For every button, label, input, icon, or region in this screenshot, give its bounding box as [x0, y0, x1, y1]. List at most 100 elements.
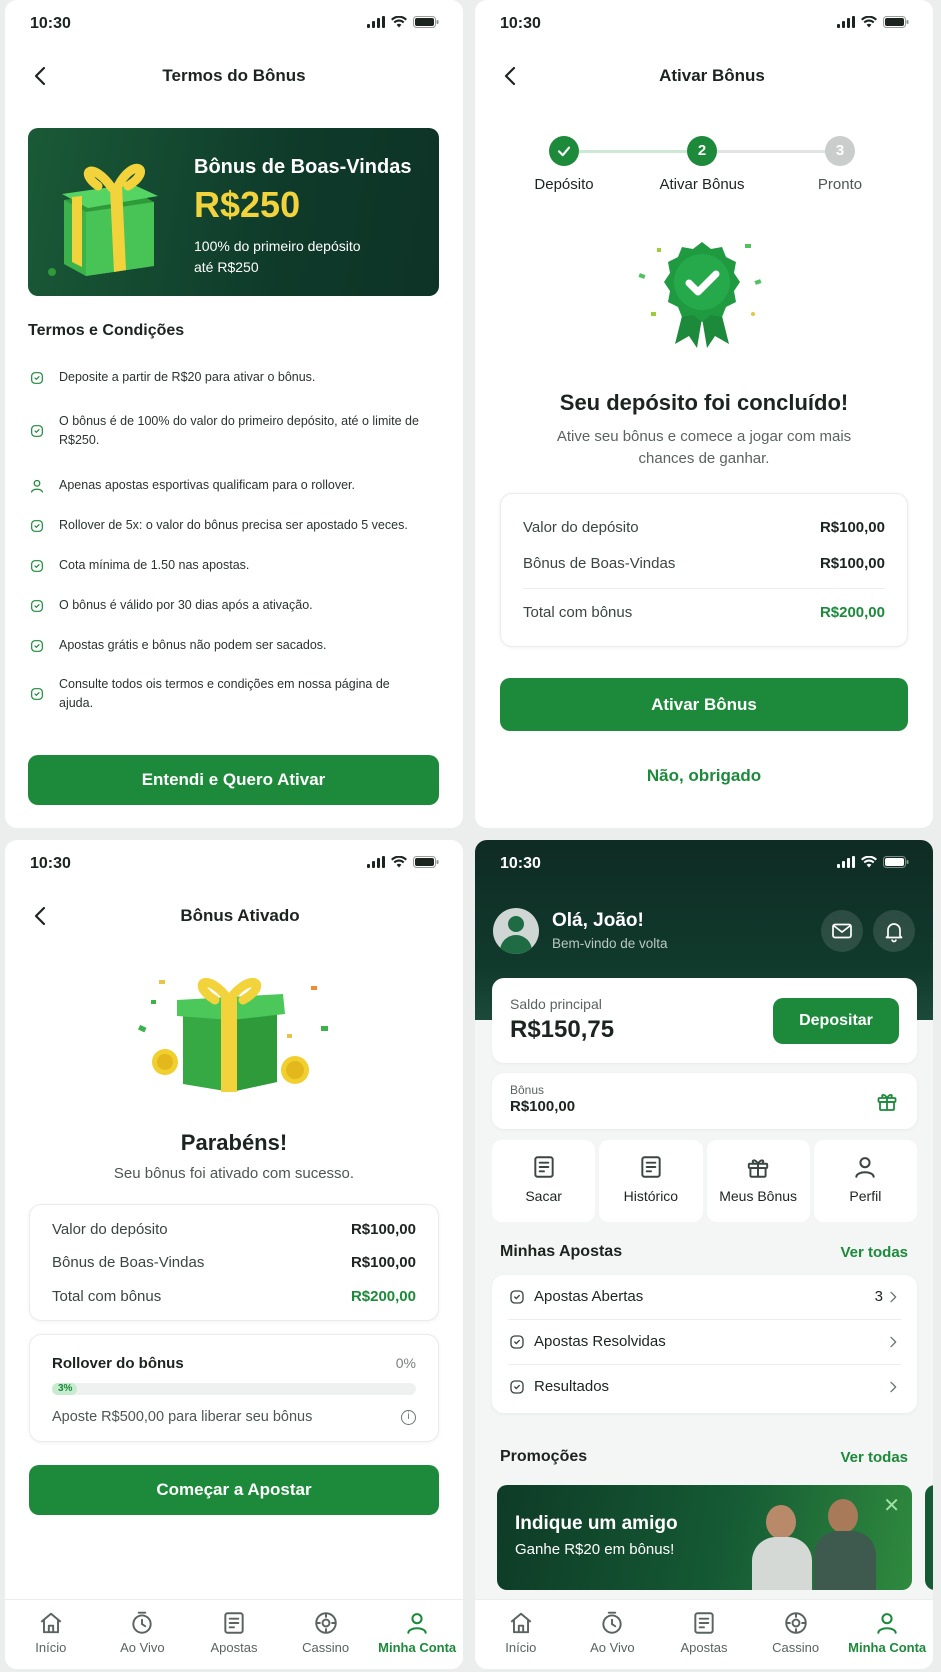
- terms-item: O bônus é válido por 30 dias após a ativ…: [29, 596, 439, 615]
- welcome-bonus-banner: Bônus de Boas-Vindas R$250 100% do prime…: [28, 128, 439, 296]
- greeting: Olá, João!: [552, 910, 644, 931]
- avatar[interactable]: [493, 908, 539, 954]
- activate-bonus-button[interactable]: Ativar Bônus: [500, 678, 908, 731]
- results-icon: [508, 1378, 526, 1396]
- tab-home[interactable]: Início: [5, 1600, 97, 1669]
- summary-card: Valor do depósito R$100,00 Bônus de Boas-…: [29, 1204, 439, 1321]
- quick-action-label: Perfil: [849, 1188, 882, 1204]
- start-betting-button[interactable]: Começar a Apostar: [29, 1465, 439, 1515]
- bets-item-settled[interactable]: Apostas Resolvidas: [508, 1320, 901, 1365]
- quick-action-label: Sacar: [525, 1188, 562, 1204]
- rollover-card: Rollover do bônus 0% 3% Aposte R$500,00 …: [29, 1334, 439, 1442]
- people-illustration: [744, 1495, 894, 1590]
- bets-see-all-link[interactable]: Ver todas: [840, 1244, 908, 1261]
- wifi-icon: [861, 856, 877, 868]
- tab-casino[interactable]: Cassino: [280, 1600, 372, 1669]
- activate-screen: 10:30 Ativar Bônus 2 3 Depósito Ativar B…: [475, 0, 933, 828]
- terms-text: Apostas grátis e bônus não podem ser sac…: [59, 638, 327, 652]
- deposit-button[interactable]: Depositar: [773, 998, 899, 1044]
- notifications-button[interactable]: [873, 910, 915, 952]
- stepper: 2 3 Depósito Ativar Bônus Pronto: [475, 136, 933, 206]
- help-icon: [29, 686, 45, 702]
- accept-activate-button[interactable]: Entendi e Quero Ativar: [28, 755, 439, 805]
- status-bar: 10:30: [475, 840, 933, 886]
- success-subtitle-2: chances de ganhar.: [638, 450, 770, 467]
- quick-action-withdraw[interactable]: Sacar: [492, 1140, 596, 1222]
- row-value: R$100,00: [350, 1254, 416, 1271]
- row-value: R$200,00: [350, 1288, 416, 1305]
- bets-item-count: 3: [874, 1288, 883, 1305]
- check-icon: [554, 141, 574, 161]
- promo-banner-refer-friend[interactable]: Indique um amigo Ganhe R$20 em bônus! ✕: [497, 1485, 912, 1590]
- banner-description-2: até R$250: [194, 259, 259, 275]
- summary-card: Valor do depósito R$100,00 Bônus de Boas-…: [500, 493, 908, 647]
- terms-item: Cota mínima de 1.50 nas apostas.: [29, 556, 439, 575]
- bonus-card[interactable]: Bônus R$100,00: [492, 1073, 917, 1129]
- summary-row: Valor do depósito R$100,00: [52, 1221, 416, 1238]
- casino-icon: [313, 1610, 339, 1636]
- section-title: Termos e Condições: [28, 322, 185, 339]
- tab-bets[interactable]: Apostas: [188, 1600, 280, 1669]
- tab-home[interactable]: Início: [475, 1600, 567, 1669]
- messages-button[interactable]: [821, 910, 863, 952]
- tab-live[interactable]: Ao Vivo: [567, 1600, 659, 1669]
- signal-icon: [837, 16, 855, 28]
- tab-live[interactable]: Ao Vivo: [97, 1600, 189, 1669]
- tab-account[interactable]: Minha Conta: [371, 1600, 463, 1669]
- step-pending: 3: [825, 136, 855, 166]
- percent-icon: [29, 423, 45, 439]
- account-icon: [874, 1610, 900, 1636]
- rollover-title: Rollover do bônus: [52, 1355, 184, 1372]
- divider: [523, 588, 885, 589]
- badge-icon: [29, 370, 45, 386]
- terms-text: Consulte todos ois termos e condições em…: [59, 677, 390, 710]
- terms-text: O bônus é de 100% do valor do primeiro d…: [59, 414, 419, 447]
- terms-text: O bônus é válido por 30 dias após a ativ…: [59, 598, 313, 612]
- profile-icon: [852, 1154, 878, 1180]
- chevron-right-icon: [885, 1334, 901, 1350]
- step-label: Ativar Bônus: [659, 176, 745, 193]
- congrats-subtitle: Seu bônus foi ativado com sucesso.: [113, 1165, 355, 1182]
- terms-screen: 10:30 Termos do Bônus Bônus de Boas-Vind…: [5, 0, 463, 828]
- close-icon[interactable]: ✕: [883, 1493, 900, 1518]
- battery-icon: [883, 16, 909, 28]
- wifi-icon: [391, 16, 407, 28]
- success-badge-icon: [638, 242, 762, 348]
- signal-icon: [367, 856, 385, 868]
- open-bets-icon: [508, 1288, 526, 1306]
- odds-icon: [29, 558, 45, 574]
- account-icon: [404, 1610, 430, 1636]
- row-label: Valor do depósito: [52, 1221, 168, 1238]
- wifi-icon: [861, 16, 877, 28]
- bets-item-label: Apostas Resolvidas: [534, 1333, 666, 1350]
- tab-bar: Início Ao Vivo Apostas Cassino Minha Con…: [5, 1599, 463, 1669]
- balance-value: R$150,75: [510, 1016, 615, 1043]
- promos-see-all-link[interactable]: Ver todas: [840, 1449, 908, 1466]
- tab-bets[interactable]: Apostas: [658, 1600, 750, 1669]
- promos-section-title: Promoções: [500, 1448, 588, 1465]
- quick-action-label: Histórico: [623, 1188, 679, 1204]
- chevron-right-icon: [885, 1379, 901, 1395]
- ticket-icon: [221, 1610, 247, 1636]
- quick-action-my-bonuses[interactable]: Meus Bônus: [706, 1140, 810, 1222]
- quick-actions: Sacar Histórico Meus Bônus Perfil: [492, 1140, 917, 1222]
- tab-label: Minha Conta: [848, 1640, 927, 1655]
- quick-action-profile[interactable]: Perfil: [813, 1140, 917, 1222]
- tab-casino[interactable]: Cassino: [750, 1600, 842, 1669]
- activated-screen: 10:30 Bônus Ativado Parabéns! Seu bônus …: [5, 840, 463, 1669]
- casino-icon: [783, 1610, 809, 1636]
- home-icon: [38, 1610, 64, 1636]
- row-value: R$100,00: [819, 555, 885, 572]
- success-subtitle-1: Ative seu bônus e comece a jogar com mai…: [556, 428, 852, 445]
- congrats-heading: Parabéns!: [180, 1130, 288, 1155]
- tab-account[interactable]: Minha Conta: [841, 1600, 933, 1669]
- rollover-bar-label: 3%: [58, 1383, 73, 1394]
- bets-item-open[interactable]: Apostas Abertas 3: [508, 1275, 901, 1320]
- bonus-label: Bônus: [510, 1083, 545, 1097]
- quick-action-history[interactable]: Histórico: [599, 1140, 703, 1222]
- bets-item-results[interactable]: Resultados: [508, 1365, 901, 1410]
- info-icon[interactable]: i: [401, 1410, 416, 1425]
- tab-label: Início: [505, 1640, 537, 1655]
- terms-item: Apenas apostas esportivas qualificam par…: [29, 476, 439, 495]
- decline-link[interactable]: Não, obrigado: [475, 766, 933, 786]
